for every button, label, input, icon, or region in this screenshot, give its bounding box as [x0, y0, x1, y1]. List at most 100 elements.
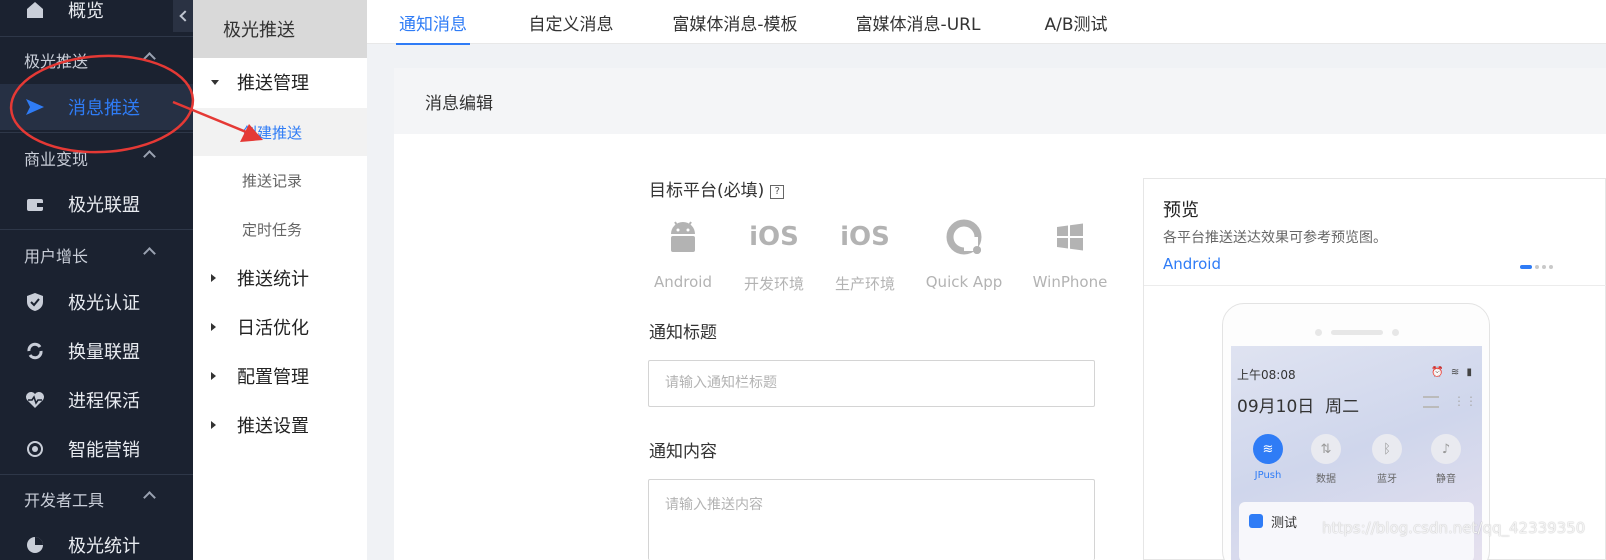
- quick-toggle-bluetooth: ᛒ 蓝牙: [1362, 434, 1412, 485]
- submenu-label: 推送记录: [242, 171, 303, 190]
- phone-sensor: [1392, 329, 1399, 336]
- secondary-menu: 极光推送 推送管理 创建推送 推送记录 定时任务 推送统计 日活优化 配置管理 …: [193, 0, 367, 560]
- sidebar-item-label: 极光联盟: [68, 195, 140, 216]
- caret-right-icon: [211, 372, 216, 380]
- shield-check-icon: [24, 291, 46, 313]
- chevron-up-icon: [143, 247, 156, 260]
- platform-label: 目标平台(必填)?: [649, 176, 785, 201]
- watermark: https://blog.csdn.net/qq_42339350: [1322, 519, 1586, 537]
- submenu-item-dau-optimize[interactable]: 日活优化: [193, 303, 367, 351]
- quick-label: 静音: [1436, 474, 1456, 485]
- divider: [0, 132, 193, 133]
- tab-notification[interactable]: 通知消息: [396, 0, 470, 45]
- submenu-label: 推送管理: [237, 73, 309, 94]
- platform-quick-app[interactable]: Quick App: [924, 215, 1004, 295]
- sidebar-item-alliance[interactable]: 极光联盟: [0, 181, 193, 227]
- phone-date: 09月10日 周二: [1237, 392, 1359, 417]
- sidebar-group-growth[interactable]: 用户增长: [0, 235, 193, 275]
- phone-speaker: [1331, 330, 1383, 335]
- sidebar-group-monetize[interactable]: 商业变现: [0, 138, 193, 178]
- chevron-left-icon: [178, 10, 191, 22]
- windows-icon: [1030, 215, 1110, 259]
- tab-rich-media-template[interactable]: 富媒体消息-模板: [672, 0, 798, 44]
- sidebar-item-label: 极光认证: [68, 293, 140, 314]
- sidebar-group-jpush[interactable]: 极光推送: [0, 40, 193, 80]
- pie-chart-icon: [24, 534, 46, 556]
- preview-panel: 预览 各平台推送送达效果可参考预览图。 Android 上午08:08 ⏰ ≋ …: [1143, 178, 1606, 560]
- sidebar-item-label: 智能营销: [68, 440, 140, 461]
- sidebar-item-keepalive[interactable]: 进程保活: [0, 377, 193, 423]
- group-label: 用户增长: [24, 247, 89, 266]
- chevron-up-icon: [143, 491, 156, 504]
- sidebar-group-devtools[interactable]: 开发者工具: [0, 479, 193, 519]
- notification-title: 测试: [1271, 516, 1298, 531]
- sidebar-item-message-push[interactable]: 消息推送: [0, 84, 193, 130]
- submenu-item-push-record[interactable]: 推送记录: [193, 156, 367, 204]
- platform-name: 开发环境: [743, 275, 804, 293]
- tab-custom-message[interactable]: 自定义消息: [527, 0, 615, 44]
- preview-os-tab[interactable]: Android: [1163, 255, 1221, 273]
- status-icons: ⏰ ≋ ▮: [1431, 367, 1474, 378]
- divider: [0, 229, 193, 230]
- platform-ios-dev[interactable]: iOS 开发环境: [734, 215, 814, 295]
- submenu-item-push-stats[interactable]: 推送统计: [193, 254, 367, 302]
- home-icon: [24, 0, 46, 21]
- tab-rich-media-url[interactable]: 富媒体消息-URL: [855, 0, 981, 44]
- submenu-item-push-settings[interactable]: 推送设置: [193, 401, 367, 449]
- sidebar-item-marketing[interactable]: 智能营销: [0, 426, 193, 472]
- sidebar-item-label: 消息推送: [68, 98, 140, 119]
- submenu-item-create-push[interactable]: 创建推送: [193, 108, 367, 156]
- platform-name: Android: [654, 273, 712, 291]
- android-icon: [643, 215, 723, 259]
- refresh-icon: [24, 340, 46, 362]
- chevron-up-icon: [143, 150, 156, 163]
- app-icon: [1249, 514, 1263, 528]
- sidebar-item-auth[interactable]: 极光认证: [0, 279, 193, 325]
- quick-toggle-jpush: ≋ JPush: [1243, 434, 1293, 481]
- submenu-title: 极光推送: [193, 0, 367, 58]
- main-sidebar: 概览 极光推送 消息推送 商业变现 极光联盟 用户增长 极光认证 换量联盟 进程…: [0, 0, 193, 560]
- sidebar-item-label: 进程保活: [68, 391, 140, 412]
- notification-content-textarea[interactable]: 请输入推送内容: [648, 479, 1095, 560]
- quick-label: 蓝牙: [1377, 474, 1397, 485]
- submenu-item-config[interactable]: 配置管理: [193, 352, 367, 400]
- quick-toggle-mute: ♪ 静音: [1421, 434, 1471, 485]
- notification-title-input[interactable]: 请输入通知栏标题: [648, 360, 1095, 407]
- target-icon: [24, 438, 46, 460]
- preview-title: 预览: [1163, 200, 1199, 221]
- platform-name: WinPhone: [1032, 273, 1108, 291]
- carousel-dots[interactable]: [1520, 265, 1553, 269]
- bell-off-icon: ♪: [1431, 434, 1461, 464]
- sidebar-item-stats[interactable]: 极光统计: [0, 522, 193, 560]
- submenu-item-scheduled[interactable]: 定时任务: [193, 205, 367, 253]
- quick-settings: ≋ JPush ⇅ 数据 ᛒ 蓝牙 ♪ 静音: [1231, 434, 1482, 494]
- platform-ios-prod[interactable]: iOS 生产环境: [825, 215, 905, 295]
- caret-right-icon: [211, 274, 216, 282]
- group-label: 商业变现: [24, 150, 89, 169]
- caret-right-icon: [211, 421, 216, 429]
- data-arrows-icon: ⇅: [1311, 434, 1341, 464]
- quick-toggle-data: ⇅ 数据: [1301, 434, 1351, 485]
- submenu-label: 定时任务: [242, 220, 303, 239]
- submenu-item-push-management[interactable]: 推送管理: [193, 58, 367, 106]
- tab-ab-test[interactable]: A/B测试: [1044, 0, 1108, 44]
- submenu-label: 配置管理: [237, 367, 309, 388]
- platform-winphone[interactable]: WinPhone: [1030, 215, 1110, 295]
- phone-camera: [1315, 329, 1322, 336]
- quickapp-icon: [924, 215, 1004, 259]
- platform-name: Quick App: [925, 273, 1003, 291]
- submenu-label: 推送设置: [237, 416, 309, 437]
- collapse-sidebar-button[interactable]: [173, 0, 193, 32]
- platform-label-text: 目标平台(必填): [649, 181, 765, 201]
- ios-prod-icon: iOS: [840, 222, 890, 252]
- caret-down-icon: [211, 79, 219, 85]
- platform-android[interactable]: Android: [643, 215, 723, 295]
- weekday-text: 周二: [1325, 397, 1360, 417]
- sidebar-item-overview[interactable]: 概览: [0, 0, 193, 33]
- title-label: 通知标题: [649, 323, 717, 343]
- divider: [0, 36, 193, 37]
- help-icon[interactable]: ?: [770, 184, 785, 199]
- sidebar-item-exchange[interactable]: 换量联盟: [0, 328, 193, 374]
- divider: [0, 474, 193, 475]
- chevron-up-icon: [143, 52, 156, 65]
